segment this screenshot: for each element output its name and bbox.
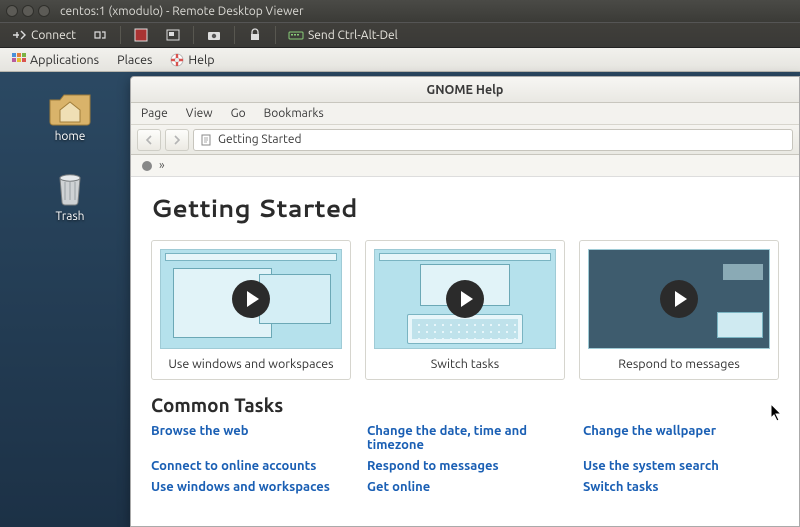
common-tasks-grid: Browse the web Change the date, time and… [151, 424, 779, 494]
location-text: Getting Started [218, 133, 301, 146]
host-window-title: centos:1 (xmodulo) - Remote Desktop View… [60, 5, 304, 18]
video-card[interactable]: Switch tasks [365, 240, 565, 380]
help-window-navbar: Getting Started [131, 125, 799, 155]
help-window-titlebar[interactable]: GNOME Help [131, 77, 799, 103]
menu-go[interactable]: Go [229, 105, 256, 122]
task-link[interactable]: Browse the web [151, 424, 347, 452]
gnome-top-panel: Applications Places Help [0, 48, 800, 72]
camera-icon [206, 27, 222, 43]
video-card[interactable]: Respond to messages [579, 240, 779, 380]
folder-home-icon [48, 88, 92, 126]
task-link[interactable]: Respond to messages [367, 459, 563, 473]
unplug-icon [92, 27, 108, 43]
menu-view[interactable]: View [184, 105, 223, 122]
task-link[interactable]: Change the date, time and timezone [367, 424, 563, 452]
host-toolbar: Connect Send Ctrl-Alt-Del [0, 22, 800, 48]
maximize-icon[interactable] [38, 5, 50, 17]
breadcrumb-separator: » [159, 159, 165, 172]
help-window-title: GNOME Help [427, 83, 504, 97]
fullscreen-button[interactable] [126, 24, 156, 46]
desktop-icon-home[interactable]: home [35, 88, 105, 143]
task-link[interactable]: Use the system search [583, 459, 779, 473]
video-card-label: Switch tasks [374, 357, 556, 371]
send-keys-button[interactable]: Send Ctrl-Alt-Del [281, 24, 405, 46]
remote-desktop[interactable]: Applications Places Help home Trash GNOM… [0, 48, 800, 527]
video-thumbnail [160, 249, 342, 349]
gnome-foot-icon [141, 160, 153, 172]
lock-icon [247, 27, 263, 43]
fullscreen-icon [133, 27, 149, 43]
toolbar-separator [234, 26, 235, 44]
desktop-icon-trash[interactable]: Trash [35, 168, 105, 223]
screenshot-button[interactable] [199, 24, 229, 46]
task-link[interactable]: Use windows and workspaces [151, 480, 347, 494]
menu-page[interactable]: Page [139, 105, 178, 122]
play-icon [232, 280, 270, 318]
video-thumbnail [588, 249, 770, 349]
help-menu[interactable]: Help [162, 50, 222, 70]
close-icon[interactable] [6, 5, 18, 17]
toolbar-separator [193, 26, 194, 44]
chevron-left-icon [143, 134, 155, 146]
trash-icon [48, 168, 92, 206]
disconnect-button[interactable] [85, 24, 115, 46]
places-menu[interactable]: Places [109, 50, 160, 70]
play-icon [660, 280, 698, 318]
plug-icon [11, 27, 27, 43]
nav-back-button[interactable] [137, 129, 161, 151]
task-link[interactable]: Connect to online accounts [151, 459, 347, 473]
video-cards: Use windows and workspaces Switch tasks … [151, 240, 779, 380]
video-card-label: Use windows and workspaces [160, 357, 342, 371]
toolbar-separator [275, 26, 276, 44]
desktop-icon-label: home [35, 130, 105, 143]
applications-label: Applications [30, 53, 99, 67]
desktop-icon-label: Trash [35, 210, 105, 223]
scaling-button[interactable] [158, 24, 188, 46]
connect-button[interactable]: Connect [4, 24, 83, 46]
help-content: Getting Started Use windows and workspac… [131, 177, 799, 526]
help-window-menubar: Page View Go Bookmarks [131, 103, 799, 125]
minimize-icon[interactable] [22, 5, 34, 17]
scaling-icon [165, 27, 181, 43]
host-window-titlebar: centos:1 (xmodulo) - Remote Desktop View… [0, 0, 800, 22]
task-link[interactable]: Get online [367, 480, 563, 494]
connect-label: Connect [31, 29, 76, 42]
apps-grid-icon [12, 53, 26, 67]
location-bar[interactable]: Getting Started [193, 129, 793, 151]
toolbar-separator [120, 26, 121, 44]
chevron-right-icon [171, 134, 183, 146]
page-heading: Getting Started [151, 191, 779, 226]
send-keys-label: Send Ctrl-Alt-Del [308, 29, 398, 42]
applications-menu[interactable]: Applications [4, 50, 107, 70]
play-icon [446, 280, 484, 318]
keyboard-icon [288, 27, 304, 43]
task-link[interactable]: Change the wallpaper [583, 424, 779, 452]
help-label: Help [188, 53, 214, 67]
gnome-help-window: GNOME Help Page View Go Bookmarks Gettin… [130, 76, 800, 527]
menu-bookmarks[interactable]: Bookmarks [262, 105, 334, 122]
places-label: Places [117, 53, 152, 67]
page-icon [200, 134, 212, 146]
readonly-button[interactable] [240, 24, 270, 46]
breadcrumb: » [131, 155, 799, 177]
video-thumbnail [374, 249, 556, 349]
nav-forward-button[interactable] [165, 129, 189, 151]
video-card[interactable]: Use windows and workspaces [151, 240, 351, 380]
lifebuoy-icon [170, 53, 184, 67]
task-link[interactable]: Switch tasks [583, 480, 779, 494]
section-heading: Common Tasks [151, 394, 779, 416]
video-card-label: Respond to messages [588, 357, 770, 371]
